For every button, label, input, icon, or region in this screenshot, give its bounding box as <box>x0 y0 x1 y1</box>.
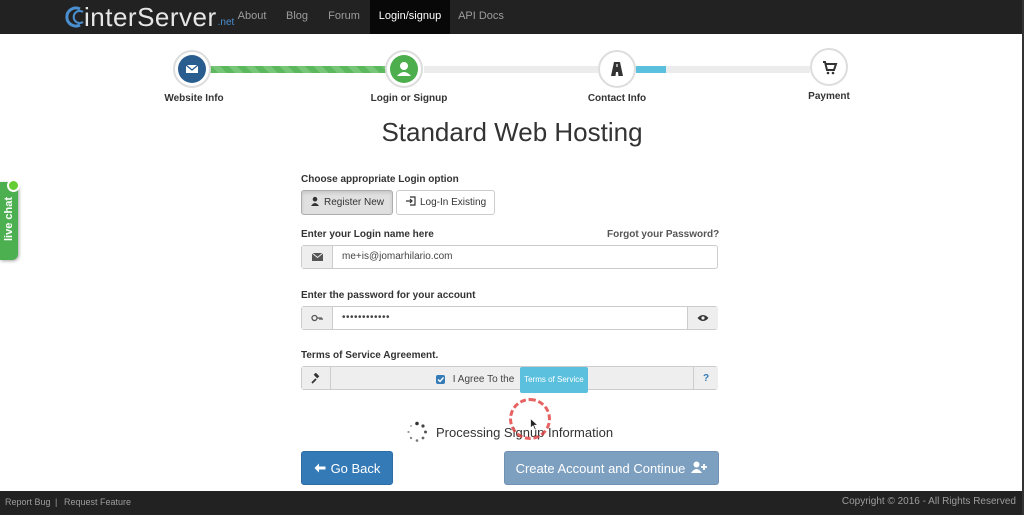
register-new-button[interactable]: Register New <box>301 190 393 215</box>
tos-agree-row: I Agree To the Terms of Service <box>436 367 588 393</box>
step-payment[interactable] <box>810 48 848 86</box>
step-login-signup[interactable] <box>385 50 423 88</box>
nav-login-signup[interactable]: Login/signup <box>370 0 450 34</box>
nav-api-docs[interactable]: API Docs <box>451 0 511 34</box>
step-label-login-signup: Login or Signup <box>370 93 448 104</box>
footer: Report Bug | Request Feature Copyright ©… <box>0 491 1022 515</box>
mouse-cursor-icon <box>530 417 540 436</box>
road-icon <box>603 55 631 83</box>
logo-swoosh-icon <box>64 6 86 28</box>
key-icon <box>302 307 333 329</box>
user-icon <box>390 55 418 83</box>
signup-progress: Website Info Login or Signup Contact Inf… <box>0 48 1024 108</box>
password-group: •••••••••••• <box>301 306 718 330</box>
loading-spinner-icon <box>406 421 428 443</box>
create-account-label: Create Account and Continue <box>515 460 686 476</box>
user-add-icon <box>691 461 708 476</box>
progress-track-done <box>210 66 388 73</box>
progress-track-partial <box>636 66 666 73</box>
step-label-contact-info: Contact Info <box>587 93 647 104</box>
page-title: Standard Web Hosting <box>381 117 643 147</box>
live-chat-tab[interactable]: live chat <box>0 179 20 260</box>
step-contact-info[interactable] <box>598 50 636 88</box>
tos-checkbox[interactable] <box>436 374 445 384</box>
footer-separator: | <box>55 497 58 507</box>
show-password-button[interactable] <box>687 307 718 329</box>
login-name-input[interactable]: me+is@jomarhilario.com <box>342 246 452 268</box>
password-label: Enter the password for your account <box>301 290 476 301</box>
nav-about[interactable]: About <box>228 0 276 34</box>
register-new-label: Register New <box>324 197 385 208</box>
nav-forum[interactable]: Forum <box>318 0 370 34</box>
login-option-label: Choose appropriate Login option <box>301 174 459 185</box>
login-existing-button[interactable]: Log-In Existing <box>396 190 495 215</box>
cart-icon <box>815 53 843 81</box>
report-bug-link[interactable]: Report Bug <box>5 497 51 507</box>
progress-track-pending <box>424 66 598 73</box>
arrow-left-icon <box>314 461 326 476</box>
logo-text: interServer <box>84 1 217 32</box>
request-feature-link[interactable]: Request Feature <box>64 497 131 507</box>
nav-blog[interactable]: Blog <box>277 0 317 34</box>
copyright-text: Copyright © 2016 - All Rights Reserved <box>841 496 1016 507</box>
login-name-label: Enter your Login name here <box>301 229 434 240</box>
envelope-icon <box>302 246 333 268</box>
top-navbar: interServer .net About Blog Forum Login/… <box>0 0 1022 34</box>
step-label-payment: Payment <box>808 91 850 102</box>
step-label-website-info: Website Info <box>164 93 224 104</box>
forgot-password-link[interactable]: Forgot your Password? <box>607 229 719 240</box>
go-back-button[interactable]: Go Back <box>301 451 393 485</box>
tos-group: I Agree To the Terms of Service ? <box>301 366 718 393</box>
user-icon <box>310 196 320 209</box>
tos-label: Terms of Service Agreement. <box>301 350 439 361</box>
password-input[interactable]: •••••••••••• <box>342 307 390 329</box>
terms-of-service-link[interactable]: Terms of Service <box>520 367 588 393</box>
live-chat-label: live chat <box>3 196 15 242</box>
login-name-group: me+is@jomarhilario.com <box>301 245 718 269</box>
tos-agree-text: I Agree To the <box>452 374 515 385</box>
eye-icon <box>697 309 709 327</box>
tos-help-button[interactable]: ? <box>693 367 718 389</box>
login-existing-label: Log-In Existing <box>420 197 487 208</box>
gavel-icon <box>302 367 331 389</box>
interserver-logo[interactable]: interServer .net <box>64 2 234 32</box>
create-account-button[interactable]: Create Account and Continue <box>504 451 719 485</box>
go-back-label: Go Back <box>330 460 381 476</box>
log-in-icon <box>405 196 416 209</box>
step-website-info[interactable] <box>173 50 211 88</box>
envelope-icon <box>178 55 206 83</box>
progress-track-pending <box>666 66 810 73</box>
